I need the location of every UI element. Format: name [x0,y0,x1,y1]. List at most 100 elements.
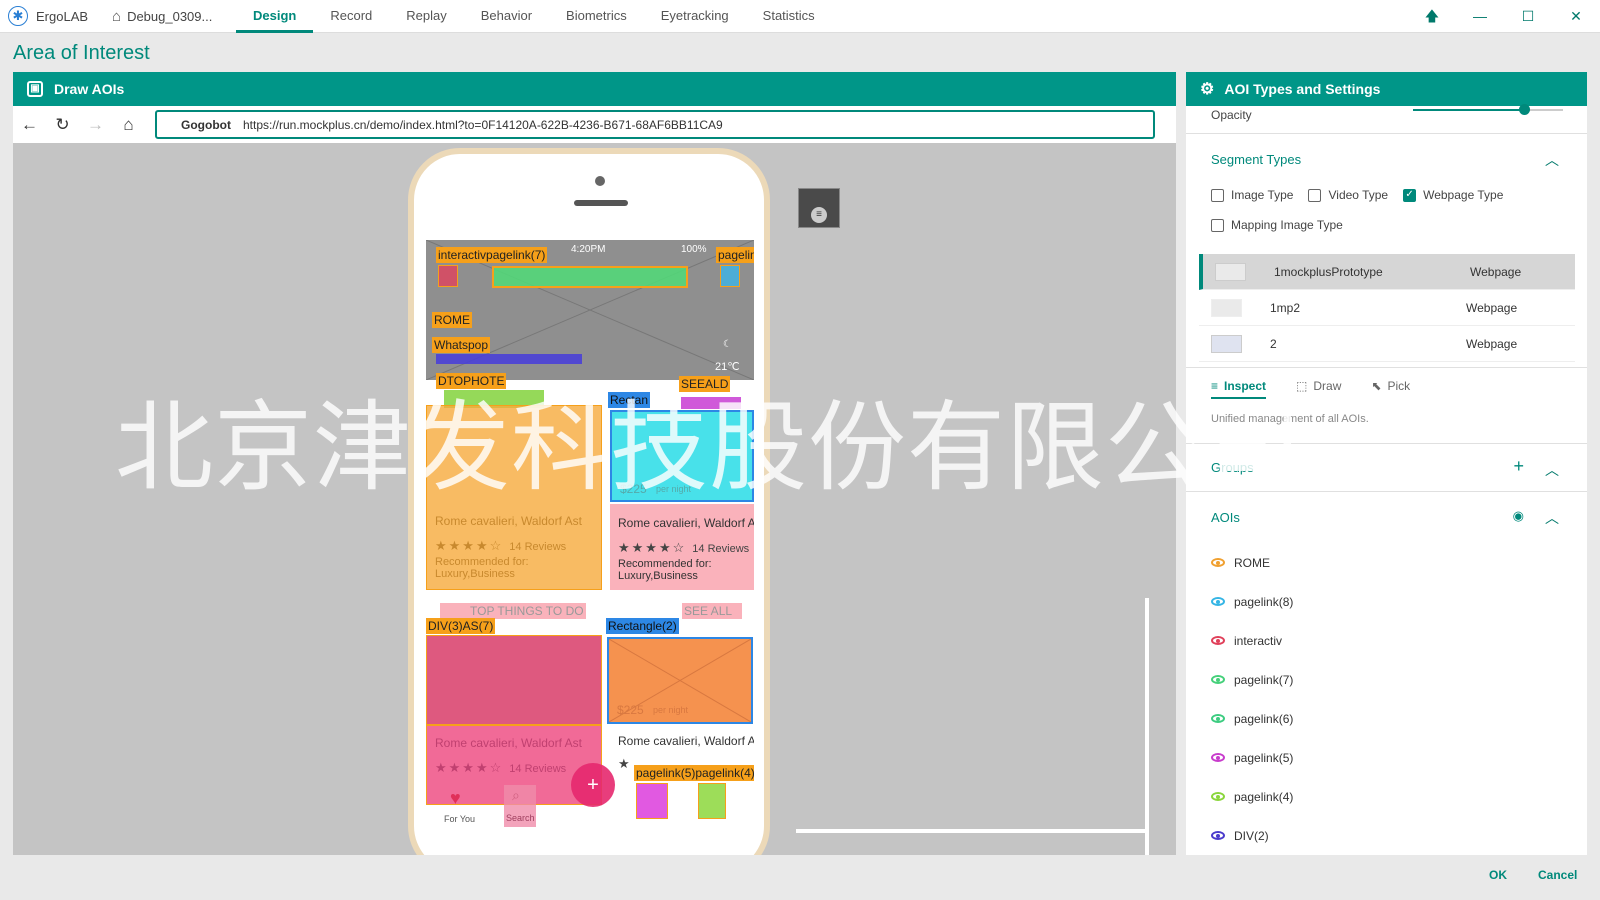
toggle-visibility-icon[interactable]: ◉ [1513,508,1524,524]
aoi-things-to-do[interactable]: TOP THINGS TO DO [440,603,586,619]
aoi-tag-7[interactable]: Rectan [608,392,651,408]
back-icon[interactable]: ← [13,115,46,135]
segment-thumbnail [1211,298,1242,317]
aoi-whatspop-bar[interactable] [436,354,582,364]
aoi-list-item[interactable]: pagelink(8) [1186,582,1587,621]
minimize-icon[interactable]: — [1456,0,1504,33]
cursor-icon: ⬉ [1371,379,1382,393]
aoi-list-item[interactable]: interactiv [1186,621,1587,660]
aoi-tag-2[interactable]: pagelink(8) [716,247,754,263]
pin-up-icon[interactable]: 🡅 [1408,0,1456,33]
dialog-footer: OK Cancel [0,858,1600,900]
stimulus-viewport[interactable]: 4:20PM 100% ☾ 21℃ interactivpagelink(7) … [13,143,1176,855]
aoi-pagelink-8[interactable] [720,265,740,287]
draw-tool[interactable]: ⬚ Draw [1296,379,1341,393]
aoi-list: ROME pagelink(8) interactiv pagelink(7) … [1186,543,1587,855]
segment-name: 1mockplusPrototype [1274,264,1383,279]
segment-thumbnail [1215,262,1246,281]
eye-icon[interactable] [1211,753,1225,762]
tab-behavior[interactable]: Behavior [464,0,549,33]
vertical-scrollbar[interactable] [1145,598,1149,855]
draw-aois-icon: ▣ [27,81,43,97]
ok-button[interactable]: OK [1489,868,1507,882]
collapse-groups-icon[interactable]: ︿ [1545,460,1559,480]
aoi-interactiv[interactable] [438,265,458,287]
home-nav-icon[interactable]: ⌂ [112,115,145,135]
close-icon[interactable]: ✕ [1552,0,1600,33]
phone-screen: 4:20PM 100% ☾ 21℃ interactivpagelink(7) … [426,240,754,840]
eye-icon[interactable] [1211,558,1225,567]
tab-design[interactable]: Design [236,0,314,33]
mapping-image-type-checkbox[interactable]: Mapping Image Type [1211,210,1343,240]
aoi-rectangle-top[interactable]: $225 per night [610,410,754,502]
aoi-card-left-top[interactable]: Rome cavalieri, Waldorf Ast ★★★★☆ 14 Revi… [426,405,602,590]
aoi-div-3[interactable] [426,635,602,725]
fab-add-button[interactable]: + [571,763,615,807]
segment-row[interactable]: 1mockplusPrototype Webpage [1199,254,1575,290]
groups-title: Groups [1211,460,1254,475]
aoi-tag-4[interactable]: Whatspop [432,337,491,353]
aoi-tag-3[interactable]: ROME [432,312,472,328]
webpage-type-checkbox[interactable]: ✓ Webpage Type [1403,180,1503,210]
nav-search[interactable]: ⌕ Search [504,785,536,827]
aoi-list-item[interactable]: pagelink(5) [1186,738,1587,777]
forward-icon[interactable]: → [79,115,112,135]
opacity-slider-knob[interactable] [1519,104,1530,115]
tab-record[interactable]: Record [313,0,389,33]
heart-icon: ♥ [450,788,461,808]
tab-biometrics[interactable]: Biometrics [549,0,644,33]
aoi-tag-9[interactable]: Rectangle(2) [606,618,679,634]
floating-mini-window[interactable]: ≡ [798,188,840,228]
eye-icon[interactable] [1211,792,1225,801]
opacity-slider[interactable] [1413,109,1563,111]
aoi-rectangle-2[interactable]: $225 per night [607,637,753,724]
eye-icon[interactable] [1211,636,1225,645]
checkbox-box [1211,188,1224,202]
image-type-checkbox[interactable]: Image Type [1211,180,1293,210]
eye-icon[interactable] [1211,597,1225,606]
draw-icon: ⬚ [1296,379,1308,393]
aoi-see-all[interactable]: SEE ALL [682,603,742,619]
eye-icon[interactable] [1211,675,1225,684]
aoi-list-item[interactable]: pagelink(7) [1186,660,1587,699]
tab-statistics[interactable]: Statistics [746,0,832,33]
nav-for-you[interactable]: ♥ For You [438,788,482,830]
reload-icon[interactable]: ↻ [46,115,79,135]
project-tab[interactable]: ⌂ Debug_0309... [112,8,236,25]
horizontal-scrollbar[interactable] [796,829,1146,833]
segment-row[interactable]: 2 Webpage [1199,326,1575,362]
aoi-tag-8[interactable]: DIV(3)AS(7) [426,618,496,634]
url-field[interactable]: Gogobot https://run.mockplus.cn/demo/ind… [155,110,1155,139]
tab-replay[interactable]: Replay [389,0,463,33]
aoi-tag-6[interactable]: SEEALD [679,376,731,392]
card-price-2: $225 [617,703,644,717]
aoi-tag-10[interactable]: pagelink(5)pagelink(4) [634,765,754,781]
aoi-pagelink-5[interactable] [636,783,668,819]
cancel-button[interactable]: Cancel [1538,868,1577,882]
aoi-list-item[interactable]: DIV(2) [1186,816,1587,855]
collapse-segment-types-icon[interactable]: ︿ [1545,150,1559,170]
eye-icon[interactable] [1211,831,1225,840]
aoi-tag-5[interactable]: DTOPHOTE [436,373,507,389]
aoi-list-item[interactable]: pagelink(4) [1186,777,1587,816]
maximize-icon[interactable]: ☐ [1504,0,1552,33]
aoi-see-all-top[interactable] [681,397,741,409]
app-name: ErgoLAB [36,8,89,24]
aoi-pagelink-4[interactable] [698,783,726,819]
phone-speaker [574,200,628,206]
video-type-checkbox[interactable]: Video Type [1308,180,1388,210]
aoi-card-right-body[interactable]: Rome cavalieri, Waldorf A ★★★★☆ 14 Review… [610,504,754,590]
aoi-list-item[interactable]: pagelink(6) [1186,699,1587,738]
add-group-icon[interactable]: + [1513,456,1524,477]
aoi-search-bar[interactable] [492,266,688,288]
tab-eyetracking[interactable]: Eyetracking [644,0,746,33]
inspect-tool[interactable]: ≡ Inspect [1211,379,1267,399]
aoi-list-item[interactable]: ROME [1186,543,1587,582]
collapse-aois-icon[interactable]: ︿ [1545,508,1559,528]
segment-row[interactable]: 1mp2 Webpage [1199,290,1575,326]
eye-icon[interactable] [1211,714,1225,723]
menu-icon[interactable]: ≡ [811,207,827,223]
aois-section: AOIs ◉ ︿ ROME pagelink(8) interactiv pag… [1186,492,1587,855]
pick-tool[interactable]: ⬉ Pick [1371,379,1410,393]
aoi-tag-1[interactable]: interactivpagelink(7) [436,247,548,263]
